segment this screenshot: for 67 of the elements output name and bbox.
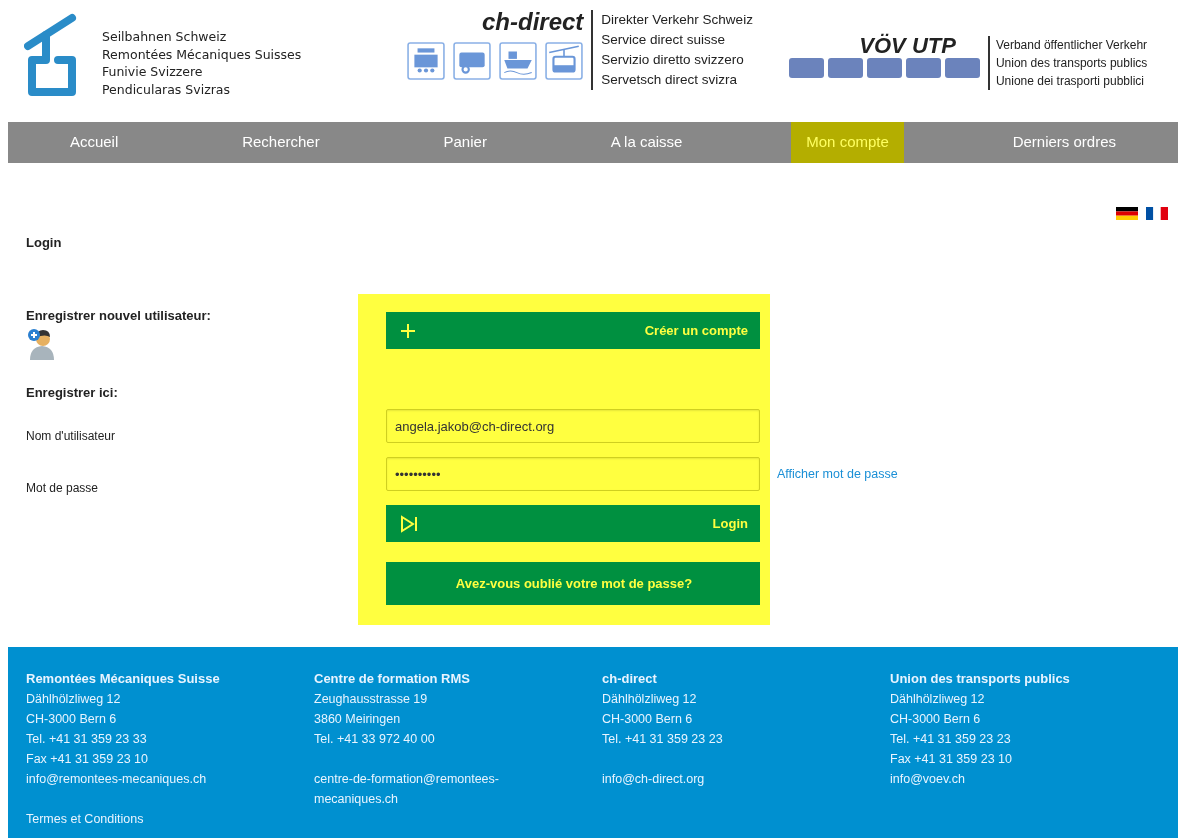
footer-text: Termes et Conditions (26, 811, 145, 828)
login-button[interactable]: Login (386, 505, 760, 542)
username-field[interactable]: angela.jakob@ch-direct.org (386, 409, 760, 443)
field-label: Nom d'utilisateur (26, 427, 116, 445)
create-account-button[interactable]: Créer un compte (386, 312, 760, 349)
section-heading: Enregistrer ici: (26, 384, 119, 402)
field-label: Mot de passe (26, 479, 100, 497)
footer-text: Zeughausstrasse 19 (314, 691, 429, 708)
nav-link[interactable]: Rechercher (227, 122, 335, 163)
logo-block (905, 58, 941, 78)
footer-text: CH-3000 Bern 6 (26, 711, 118, 728)
footer-text: info@voev.ch (890, 771, 966, 788)
logo-text: Servizio diretto svizzero (601, 51, 745, 69)
flag-icon[interactable] (1116, 207, 1138, 220)
footer-text: 3860 Meiringen (314, 711, 402, 728)
footer-text: Tel. +41 31 359 23 23 (602, 731, 724, 748)
logo-title: VÖV UTP (859, 34, 956, 58)
flag-icon[interactable] (1146, 207, 1168, 220)
footer-heading: Remontées Mécaniques Suisse (26, 670, 221, 688)
nav-link[interactable]: Accueil (54, 122, 134, 163)
footer-heading: Union des transports publics (890, 670, 1071, 688)
forgot-password-button[interactable]: Avez-vous oublié votre mot de passe? (386, 562, 760, 605)
footer-text: CH-3000 Bern 6 (890, 711, 982, 728)
logo-text: Unione dei trasporti pubblici (995, 73, 1145, 90)
footer-text: centre-de-formation@remontees-mecaniques.ch (314, 771, 500, 808)
logo-text: Remontées Mécaniques Suisses (102, 45, 302, 63)
ship-icon (499, 42, 538, 80)
nav-link[interactable]: Panier (428, 122, 502, 163)
footer-text: Fax +41 31 359 23 10 (890, 751, 1013, 768)
logo-text: Pendicularas Svizras (102, 80, 231, 98)
logo-block (866, 58, 902, 78)
footer-text: Tel. +41 31 359 23 33 (26, 731, 148, 748)
show-password-link[interactable]: Afficher mot de passe (777, 464, 898, 484)
logo-text: Union des transports publics (995, 55, 1148, 72)
logo-text: Service direct suisse (601, 31, 727, 49)
footer-heading: Centre de formation RMS (314, 670, 471, 688)
logo-title: ch-direct (481, 10, 584, 34)
nav-link[interactable]: Derniers ordres (997, 122, 1132, 163)
footer-text: info@remontees-mecaniques.ch (26, 771, 208, 788)
logo-text: Servetsch direct svizra (601, 71, 739, 89)
logo-text: Verband öffentlicher Verkehr (995, 37, 1148, 54)
footer-text: Tel. +41 33 972 40 00 (314, 731, 436, 748)
logo-text: Direkter Verkehr Schweiz (601, 11, 753, 29)
footer-text: info@ch-direct.org (602, 771, 706, 788)
bus-icon (453, 42, 492, 80)
train-icon (407, 42, 446, 80)
footer-text: Dählhölzliweg 12 (890, 691, 986, 708)
cable-car-logo-icon (24, 12, 78, 98)
footer-text: Tel. +41 31 359 23 23 (890, 731, 1012, 748)
logo-text: Funivie Svizzere (102, 63, 204, 81)
logo-text: Seilbahnen Schweiz (102, 28, 228, 46)
logo-block (944, 58, 980, 78)
footer-text: Dählhölzliweg 12 (26, 691, 122, 708)
nav-link[interactable]: Mon compte (791, 122, 904, 163)
logo-block (827, 58, 863, 78)
footer-heading: ch-direct (602, 670, 658, 688)
nav-link[interactable]: A la caisse (595, 122, 698, 163)
footer-text: Dählhölzliweg 12 (602, 691, 698, 708)
section-heading: Enregistrer nouvel utilisateur: (26, 306, 212, 325)
gondola-icon (545, 42, 584, 80)
footer-text: Fax +41 31 359 23 10 (26, 751, 149, 768)
skip-forward-icon (400, 514, 418, 533)
footer-text: CH-3000 Bern 6 (602, 711, 694, 728)
logo-block (788, 58, 824, 78)
page-title: Login (26, 234, 63, 252)
password-field[interactable]: •••••••••• (386, 457, 760, 491)
plus-icon (400, 322, 416, 339)
